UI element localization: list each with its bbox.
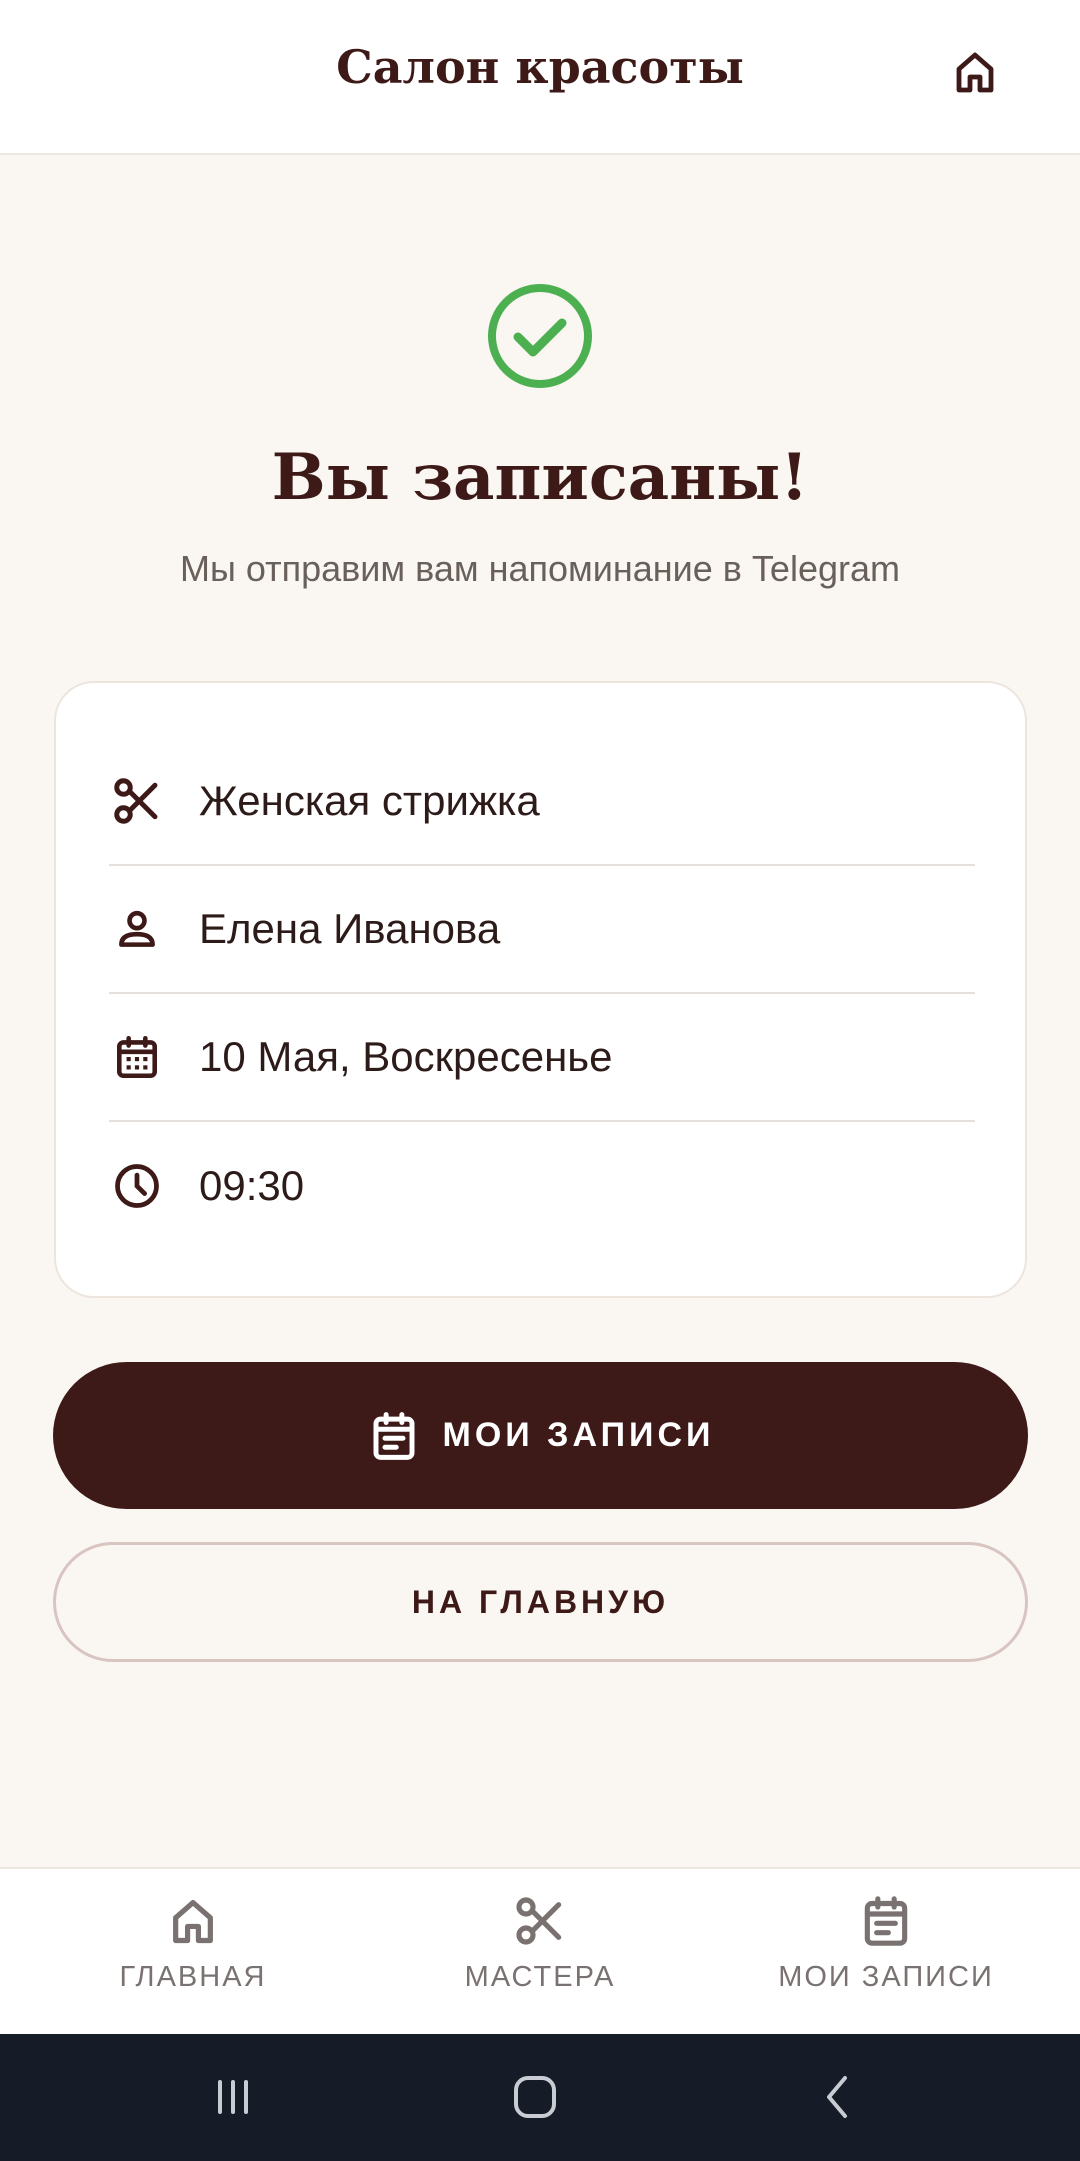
master-row: Елена Иванова: [109, 866, 975, 994]
recents-icon: [218, 2080, 248, 2114]
time-row: 09:30: [109, 1122, 975, 1250]
top-app-bar: Салон красоты: [0, 0, 1080, 155]
my-bookings-label: МОИ ЗАПИСИ: [442, 1416, 715, 1454]
nav-label-masters: МАСТЕРА: [464, 1961, 616, 1993]
booking-details-card: Женская стрижка Елена Иванова 10 Мая, Во…: [54, 681, 1027, 1298]
system-home-icon: [514, 2076, 556, 2118]
date-row: 10 Мая, Воскресенье: [109, 994, 975, 1122]
back-button[interactable]: [798, 2062, 878, 2132]
system-navigation-bar: [0, 2034, 1080, 2161]
nav-label-home: ГЛАВНАЯ: [119, 1961, 267, 1993]
nav-item-masters[interactable]: МАСТЕРА: [360, 1869, 720, 2036]
home-icon: [956, 52, 994, 93]
notes-icon: [856, 1891, 916, 1951]
calendar-icon: [109, 1029, 165, 1085]
scissors-icon: [510, 1891, 570, 1951]
person-icon: [109, 901, 165, 957]
nav-item-my-bookings[interactable]: МОИ ЗАПИСИ: [706, 1869, 1066, 2036]
check-circle-icon: [488, 284, 592, 388]
master-name: Елена Иванова: [199, 905, 501, 952]
service-row: Женская стрижка: [109, 738, 975, 866]
scissors-icon: [109, 773, 165, 829]
app-title: Салон красоты: [336, 40, 744, 94]
nav-label-my-bookings: МОИ ЗАПИСИ: [778, 1961, 994, 1993]
success-title: Вы записаны!: [271, 440, 809, 515]
my-bookings-button[interactable]: МОИ ЗАПИСИ: [53, 1362, 1028, 1509]
nav-item-home[interactable]: ГЛАВНАЯ: [13, 1869, 373, 2036]
service-name: Женская стрижка: [199, 777, 540, 824]
go-home-button[interactable]: НА ГЛАВНУЮ: [53, 1542, 1028, 1662]
app-screen: Салон красоты Вы записаны! Мы отправим в…: [0, 0, 1080, 2161]
booking-time: 09:30: [199, 1162, 305, 1209]
clock-icon: [109, 1158, 165, 1214]
home-icon: [163, 1891, 223, 1951]
success-subtitle: Мы отправим вам напоминание в Telegram: [180, 548, 900, 589]
booking-date: 10 Мая, Воскресенье: [199, 1033, 613, 1080]
recents-button[interactable]: [193, 2062, 273, 2132]
go-home-label: НА ГЛАВНУЮ: [411, 1583, 670, 1620]
back-icon: [827, 2076, 847, 2118]
system-home-button[interactable]: [495, 2062, 575, 2132]
bottom-navigation: ГЛАВНАЯ МАСТЕРА МОИ ЗАПИСИ: [0, 1867, 1080, 2034]
home-button[interactable]: [945, 42, 1005, 102]
notes-icon: [373, 1411, 415, 1460]
